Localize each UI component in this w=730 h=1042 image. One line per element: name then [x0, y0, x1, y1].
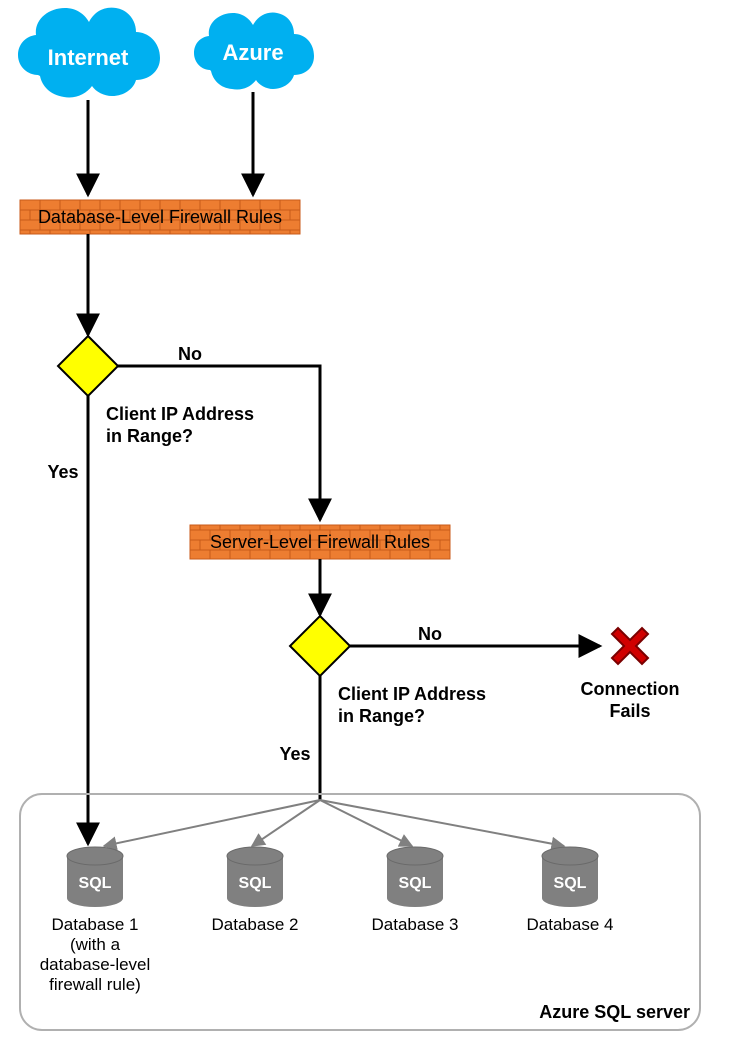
db-4-label: Database 4	[527, 915, 614, 934]
label-yes-1: Yes	[47, 462, 78, 482]
label-no-2: No	[418, 624, 442, 644]
label-no-1: No	[178, 344, 202, 364]
label-server-level-rules: Server-Level Firewall Rules	[210, 532, 430, 552]
decision1-text-line1: Client IP Address	[106, 404, 254, 424]
db-4: SQL	[542, 847, 598, 907]
db-1: SQL	[67, 847, 123, 907]
cloud-internet-label: Internet	[48, 45, 129, 70]
fail-line1: Connection	[581, 679, 680, 699]
box-database-level-rules: Database-Level Firewall Rules	[20, 200, 300, 234]
fail-line2: Fails	[609, 701, 650, 721]
decision-server-level	[290, 616, 350, 676]
db-4-sql: SQL	[554, 875, 587, 892]
branch-to-db4	[320, 800, 564, 846]
db-2-label: Database 2	[212, 915, 299, 934]
branch-to-db3	[320, 800, 412, 846]
db-1-sql: SQL	[79, 875, 112, 892]
db-1-label-l1: Database 1	[52, 915, 139, 934]
cross-icon	[612, 628, 648, 664]
label-yes-2: Yes	[279, 744, 310, 764]
cloud-internet: Internet	[18, 8, 160, 98]
db-3-sql: SQL	[399, 875, 432, 892]
db-3: SQL	[387, 847, 443, 907]
db-3-label: Database 3	[372, 915, 459, 934]
label-database-level-rules: Database-Level Firewall Rules	[38, 207, 282, 227]
decision2-text-line1: Client IP Address	[338, 684, 486, 704]
azure-sql-server-label: Azure SQL server	[539, 1002, 690, 1022]
db-1-label-l4: firewall rule)	[49, 975, 141, 994]
db-1-label-l3: database-level	[40, 955, 151, 974]
cloud-azure-label: Azure	[222, 40, 283, 65]
decision1-text-line2: in Range?	[106, 426, 193, 446]
decision-db-level	[58, 336, 118, 396]
cloud-azure: Azure	[194, 13, 314, 90]
decision2-text-line2: in Range?	[338, 706, 425, 726]
db-2: SQL	[227, 847, 283, 907]
db-1-label-l2: (with a	[70, 935, 121, 954]
azure-sql-server-container	[20, 794, 700, 1030]
db-2-sql: SQL	[239, 875, 272, 892]
box-server-level-rules: Server-Level Firewall Rules	[190, 525, 450, 559]
